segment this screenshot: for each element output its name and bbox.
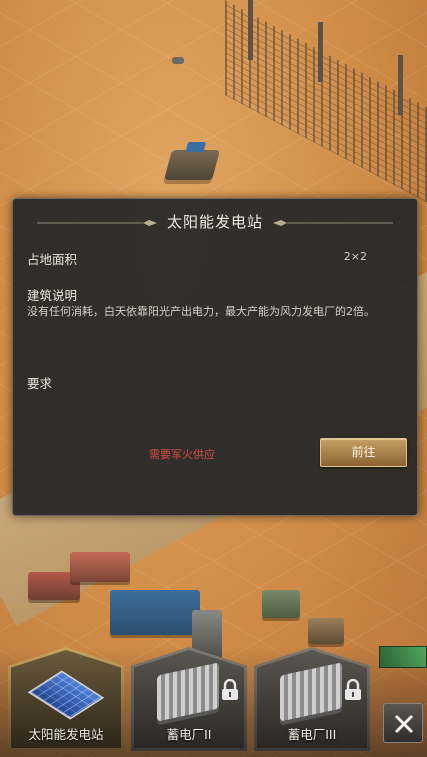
requirements-label: 要求 — [27, 376, 53, 391]
rock — [172, 57, 184, 64]
build-item-solar-plant[interactable]: 太阳能发电站 — [8, 647, 124, 751]
description-heading: 建筑说明 — [27, 288, 78, 303]
fence-post — [318, 22, 323, 82]
build-item-battery-plant-2[interactable]: 蓄电厂II — [131, 647, 247, 751]
building[interactable] — [110, 590, 200, 635]
close-button[interactable] — [383, 703, 423, 743]
building[interactable] — [262, 590, 300, 618]
footprint-value: 2×2 — [343, 250, 367, 263]
build-item-label: 太阳能发电站 — [28, 727, 104, 742]
build-item-label: 蓄电厂III — [287, 727, 337, 742]
close-icon — [394, 714, 414, 734]
title-ornament-right-icon — [273, 220, 393, 226]
build-item-label: 蓄电厂II — [166, 727, 212, 742]
fence-post — [398, 55, 403, 115]
building-info-dialog: 太阳能发电站 占地面积 2×2 建筑说明 没有任何消耗，白天依靠阳光产出电力，最… — [12, 198, 418, 516]
lock-icon — [345, 679, 361, 700]
vehicle-unit[interactable] — [163, 150, 221, 180]
lock-icon — [222, 679, 238, 700]
fence-post — [248, 0, 253, 60]
build-item-battery-plant-3[interactable]: 蓄电厂III — [254, 647, 370, 751]
building[interactable] — [70, 552, 130, 582]
fence — [225, 0, 427, 212]
building[interactable] — [308, 618, 344, 644]
description-text: 没有任何消耗，白天依靠阳光产出电力，最大产能为风力发电厂的2倍。 — [27, 305, 375, 318]
footprint-label: 占地面积 — [27, 252, 78, 267]
go-button[interactable]: 前往 — [320, 438, 407, 467]
requirement-note: 需要军火供应 — [149, 448, 215, 461]
